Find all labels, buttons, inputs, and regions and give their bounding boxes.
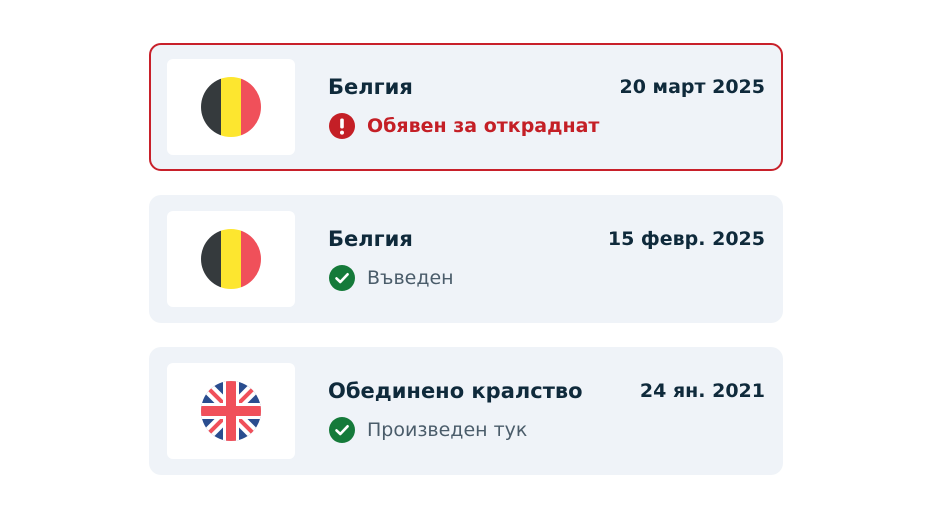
status-label: Въведен: [367, 267, 454, 289]
status-row: Произведен тук: [329, 417, 527, 443]
country-name: Обединено кралство: [328, 379, 583, 403]
belgium-flag-icon: [201, 229, 261, 289]
status-label: Обявен за откраднат: [367, 115, 600, 137]
uk-flag-icon: [201, 381, 261, 441]
history-entry-card[interactable]: Белгия 15 февр. 2025 Въведен: [149, 195, 783, 323]
history-entry-card[interactable]: Белгия 20 март 2025 Обявен за откраднат: [149, 43, 783, 171]
entry-date: 20 март 2025: [619, 76, 765, 98]
history-entry-card[interactable]: Обединено кралство 24 ян. 2021 Произведе…: [149, 347, 783, 475]
entry-date: 24 ян. 2021: [639, 380, 765, 402]
belgium-flag-icon: [201, 77, 261, 137]
flag-container: [167, 59, 295, 155]
status-row: Въведен: [329, 265, 454, 291]
entry-date: 15 февр. 2025: [607, 228, 765, 250]
vehicle-history-list: Белгия 20 март 2025 Обявен за откраднат: [149, 43, 783, 499]
country-name: Белгия: [328, 75, 413, 99]
check-circle-icon: [329, 265, 355, 291]
status-row: Обявен за откраднат: [329, 113, 599, 139]
status-label: Произведен тук: [367, 419, 528, 441]
check-circle-icon: [329, 417, 355, 443]
flag-container: [167, 211, 295, 307]
exclamation-circle-icon: [329, 113, 355, 139]
flag-container: [167, 363, 295, 459]
country-name: Белгия: [328, 227, 413, 251]
